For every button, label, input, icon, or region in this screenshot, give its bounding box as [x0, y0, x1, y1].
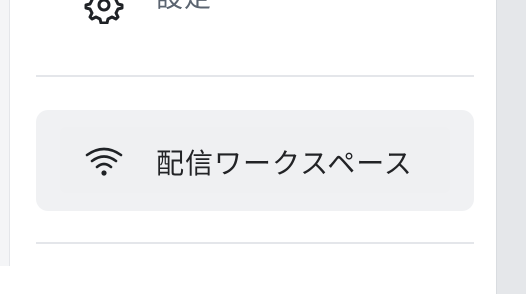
menu-item-settings-label: 設定 [156, 0, 212, 15]
menu-divider [36, 75, 474, 77]
menu-divider [36, 242, 474, 244]
menu-panel: 設定 配信ワークスペース [0, 0, 497, 294]
panel-edge [0, 0, 10, 266]
menu-item-workspace-label: 配信ワークスペース [156, 147, 413, 180]
wifi-icon [84, 146, 124, 178]
menu-item-workspace[interactable]: 配信ワークスペース [36, 110, 474, 211]
gear-icon [84, 0, 124, 25]
menu-item-settings[interactable]: 設定 [36, 0, 474, 25]
